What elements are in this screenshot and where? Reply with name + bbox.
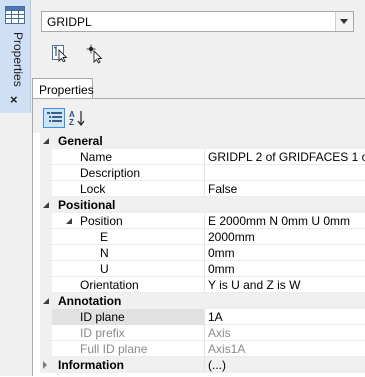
element-type-value: GRIDPL [47,15,92,29]
selection-highlight [52,309,204,325]
property-name: Positional [58,198,116,212]
close-icon[interactable]: × [10,93,18,106]
property-value[interactable]: (...) [204,357,365,373]
az-bottom-letter: Z [69,118,74,126]
category-row[interactable]: Positional [40,197,365,213]
row-gutter [40,165,52,181]
sort-alphabetical-icon[interactable]: A Z [69,110,85,126]
row-gutter [40,245,52,261]
property-value[interactable] [204,165,365,181]
row-gutter [40,181,52,197]
property-name: General [58,134,103,148]
property-name: Orientation [80,278,139,292]
collapse-arrow-icon[interactable] [43,298,49,304]
row-gutter [40,325,52,341]
property-row[interactable]: Lock False [40,181,365,197]
categorized-list-icon [47,112,62,122]
property-value[interactable]: 1A [204,309,365,325]
collapse-arrow-icon[interactable] [43,202,49,208]
dropdown-button[interactable] [335,12,353,31]
dock-title: Properties [11,32,25,87]
properties-dock-tab[interactable]: Properties × [0,0,31,113]
property-row[interactable]: ID plane 1A [40,309,365,325]
category-row[interactable]: General [40,133,365,149]
property-row[interactable]: ID prefix Axis [40,325,365,341]
properties-page: A Z General Name GRIDPL 2 of GRIDFACES 1 o… [32,98,365,376]
property-row[interactable]: U 0mm [40,261,365,277]
property-grid: General Name GRIDPL 2 of GRIDFACES 1 of F D… [40,133,365,377]
property-name: Description [80,166,141,180]
property-row[interactable]: Description [40,165,365,181]
property-name: Name [80,150,113,164]
property-name: ID plane [80,310,125,324]
property-name: Information [58,358,124,372]
property-name: U [100,262,109,276]
property-name: Lock [80,182,106,196]
properties-dock-strip: Properties × [0,0,31,376]
property-name: Full ID plane [80,342,148,356]
property-value: Axis [204,325,365,341]
row-gutter [40,309,52,325]
property-row[interactable]: Position E 2000mm N 0mm U 0mm [40,213,365,229]
pick-element-icon[interactable] [51,44,69,62]
property-row[interactable]: E 2000mm [40,229,365,245]
property-value[interactable]: 0mm [204,261,365,277]
row-gutter [40,229,52,245]
element-type-dropdown[interactable]: GRIDPL [41,11,354,32]
row-gutter [40,341,52,357]
property-value[interactable]: 2000mm [204,229,365,245]
property-value: Axis1A [204,341,365,357]
property-name: ID prefix [80,326,125,340]
property-row[interactable]: N 0mm [40,245,365,261]
categorized-view-button[interactable] [43,108,65,128]
chevron-down-icon [340,19,348,24]
property-name: N [100,246,109,260]
property-value[interactable]: E 2000mm N 0mm U 0mm [204,213,365,229]
table-icon[interactable] [5,6,25,24]
expand-arrow-icon[interactable] [43,361,47,369]
property-value[interactable]: 0mm [204,245,365,261]
property-value[interactable]: False [204,181,365,197]
row-gutter [40,213,52,229]
collapse-arrow-icon[interactable] [66,218,72,224]
property-value[interactable]: GRIDPL 2 of GRIDFACES 1 of F [204,149,365,165]
grid-toolbar: A Z [33,99,365,133]
category-row[interactable]: Annotation [40,293,365,309]
row-gutter [40,277,52,293]
row-gutter [40,149,52,165]
collapse-arrow-icon[interactable] [43,138,49,144]
properties-panel: GRIDPL Properties A Z General Name GRIDP… [31,0,365,376]
property-name: E [100,230,109,244]
property-row[interactable]: Orientation Y is U and Z is W [40,277,365,293]
property-value[interactable]: Y is U and Z is W [204,277,365,293]
tab-properties[interactable]: Properties [32,78,94,99]
pick-point-icon[interactable] [86,44,106,64]
property-row[interactable]: Full ID plane Axis1A [40,341,365,357]
property-name: Annotation [58,294,122,308]
tab-label: Properties [39,83,94,97]
property-row[interactable]: Name GRIDPL 2 of GRIDFACES 1 of F [40,149,365,165]
property-name: Position [80,214,123,228]
row-gutter [40,261,52,277]
category-row[interactable]: Information (...) [40,357,365,373]
